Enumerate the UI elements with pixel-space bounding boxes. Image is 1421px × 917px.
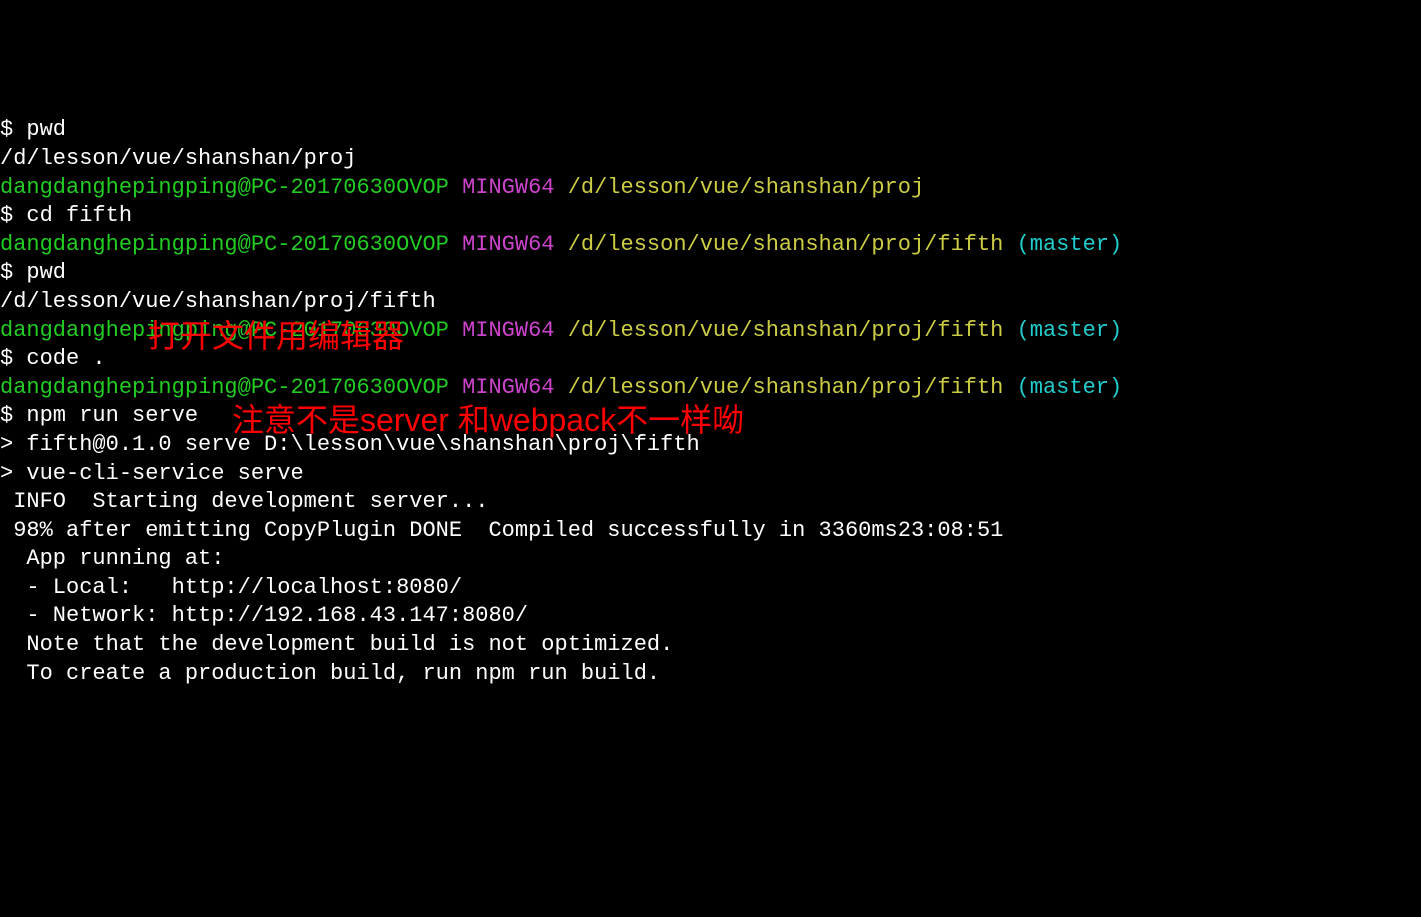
annotation-server-note: 注意不是server 和webpack不一样呦 (232, 400, 744, 442)
git-branch: (master) (1003, 318, 1122, 343)
user-host: dangdanghepingping@PC-20170630OVOP (0, 232, 449, 257)
output-line: Note that the development build is not o… (0, 631, 1421, 660)
mingw-label: MINGW64 (449, 232, 555, 257)
command-text: $ npm run serve (0, 403, 198, 428)
annotation-editor: 打开文件用编辑器 (148, 316, 404, 358)
prompt-header: dangdanghepingping@PC-20170630OVOP MINGW… (0, 374, 1421, 403)
output-line: /d/lesson/vue/shanshan/proj/fifth (0, 288, 1421, 317)
output-line: INFO Starting development server... (0, 488, 1421, 517)
output-line: 98% after emitting CopyPlugin DONE Compi… (0, 517, 1421, 546)
prompt-line: $ pwd (0, 259, 1421, 288)
mingw-label: MINGW64 (449, 318, 555, 343)
user-host: dangdanghepingping@PC-20170630OVOP (0, 175, 449, 200)
output-line: To create a production build, run npm ru… (0, 660, 1421, 689)
command-text: $ pwd (0, 260, 66, 285)
mingw-label: MINGW64 (449, 175, 555, 200)
output-line: - Network: http://192.168.43.147:8080/ (0, 602, 1421, 631)
prompt-header: dangdanghepingping@PC-20170630OVOP MINGW… (0, 231, 1421, 260)
output-line: > vue-cli-service serve (0, 460, 1421, 489)
user-host: dangdanghepingping@PC-20170630OVOP (0, 375, 449, 400)
git-branch: (master) (1003, 375, 1122, 400)
mingw-label: MINGW64 (449, 375, 555, 400)
output-line: - Local: http://localhost:8080/ (0, 574, 1421, 603)
prompt-line: $ cd fifth (0, 202, 1421, 231)
path-text: /d/lesson/vue/shanshan/proj (555, 175, 925, 200)
prompt-line: $ pwd (0, 116, 1421, 145)
command-text: $ code . (0, 346, 106, 371)
path-text: /d/lesson/vue/shanshan/proj/fifth (555, 232, 1004, 257)
path-text: /d/lesson/vue/shanshan/proj/fifth (555, 318, 1004, 343)
command-text: $ pwd (0, 117, 66, 142)
git-branch: (master) (1003, 232, 1122, 257)
path-text: /d/lesson/vue/shanshan/proj/fifth (555, 375, 1004, 400)
output-line: /d/lesson/vue/shanshan/proj (0, 145, 1421, 174)
output-line: App running at: (0, 545, 1421, 574)
prompt-header: dangdanghepingping@PC-20170630OVOP MINGW… (0, 174, 1421, 203)
command-text: $ cd fifth (0, 203, 132, 228)
